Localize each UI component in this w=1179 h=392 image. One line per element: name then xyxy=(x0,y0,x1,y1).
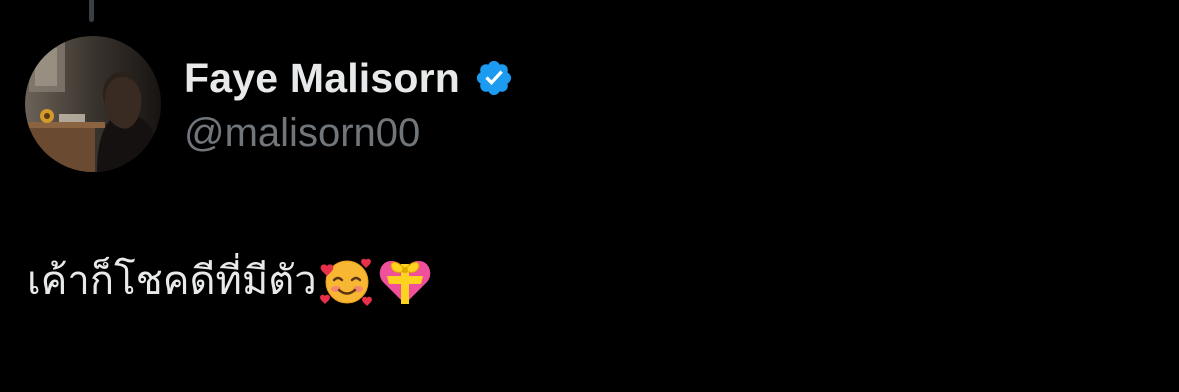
smiling-face-with-hearts-icon xyxy=(319,252,375,308)
tweet-author: Faye Malisorn @malisorn00 xyxy=(184,50,514,156)
author-display-name[interactable]: Faye Malisorn xyxy=(184,55,460,102)
thread-connector-line xyxy=(89,0,94,22)
verified-badge-icon[interactable] xyxy=(474,58,514,98)
tweet-body: เค้าก็โชคดีที่มีตัว xyxy=(27,250,433,310)
author-handle[interactable]: @malisorn00 xyxy=(184,111,514,156)
heart-with-ribbon-icon xyxy=(377,252,433,308)
avatar[interactable] xyxy=(25,36,161,172)
tweet-text: เค้าก็โชคดีที่มีตัว xyxy=(27,259,317,303)
avatar-photo xyxy=(25,36,161,172)
author-name-row: Faye Malisorn xyxy=(184,50,514,106)
